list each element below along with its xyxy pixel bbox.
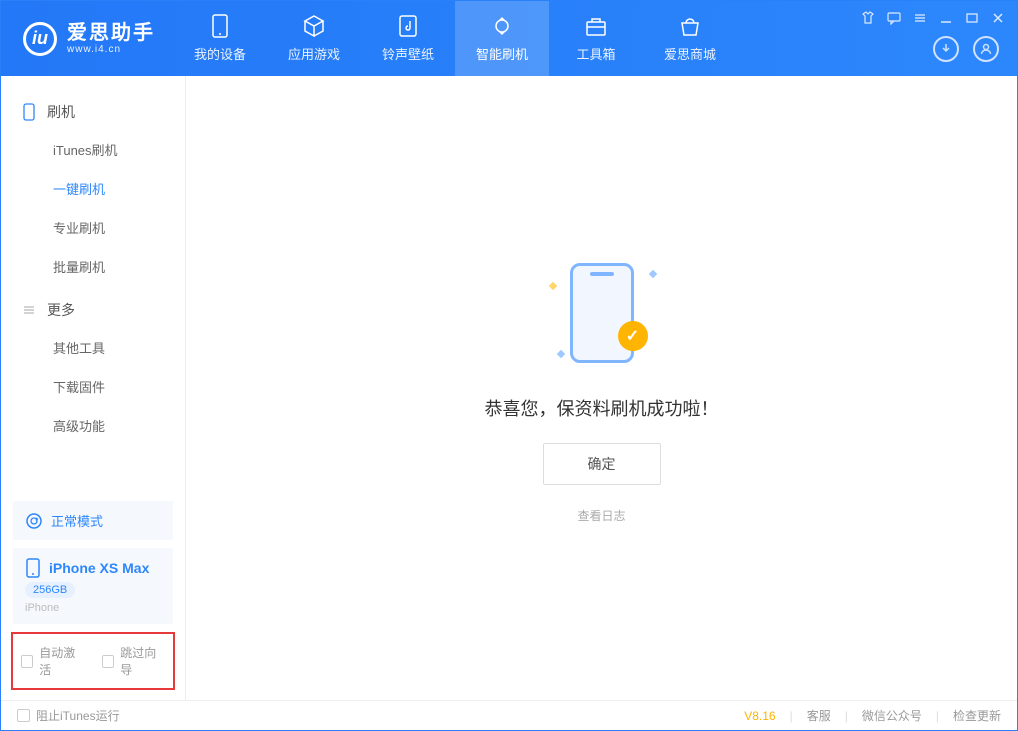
checkbox-block-itunes[interactable]: 阻止iTunes运行: [17, 707, 120, 724]
version-label: V8.16: [744, 709, 775, 723]
minimize-icon[interactable]: [939, 11, 953, 25]
sidebar-item-oneclick-flash[interactable]: 一键刷机: [1, 169, 185, 208]
check-icon: ✓: [618, 321, 648, 351]
footer-link-wechat[interactable]: 微信公众号: [862, 707, 922, 724]
window-controls-top: [861, 11, 1005, 25]
feedback-icon[interactable]: [887, 11, 901, 25]
checkbox-auto-activate[interactable]: 自动激活: [21, 644, 84, 678]
nav-label: 我的设备: [194, 44, 246, 63]
sidebar: 刷机 iTunes刷机 一键刷机 专业刷机 批量刷机 更多 其他工具 下载固件 …: [1, 76, 186, 700]
nav-label: 爱思商城: [664, 44, 716, 63]
shirt-icon[interactable]: [861, 11, 875, 25]
nav-apps[interactable]: 应用游戏: [267, 1, 361, 76]
sidebar-item-itunes-flash[interactable]: iTunes刷机: [1, 130, 185, 169]
cube-icon: [302, 14, 326, 38]
shop-icon: [678, 14, 702, 38]
status-bar: 阻止iTunes运行 V8.16 | 客服 | 微信公众号 | 检查更新: [1, 700, 1017, 730]
refresh-icon: [490, 14, 514, 38]
flash-options-highlight: 自动激活 跳过向导: [11, 632, 175, 690]
nav-label: 智能刷机: [476, 44, 528, 63]
footer-link-update[interactable]: 检查更新: [953, 707, 1001, 724]
mode-card[interactable]: 正常模式: [13, 501, 173, 540]
checkbox-icon: [102, 655, 114, 668]
device-icon: [25, 558, 41, 578]
footer-link-support[interactable]: 客服: [807, 707, 831, 724]
view-log-link[interactable]: 查看日志: [577, 507, 625, 524]
checkbox-label: 自动激活: [39, 644, 84, 678]
mode-label: 正常模式: [51, 511, 103, 530]
main-content: ✓ 恭喜您，保资料刷机成功啦！ 确定 查看日志: [186, 76, 1017, 700]
nav-my-device[interactable]: 我的设备: [173, 1, 267, 76]
section-title: 刷机: [47, 102, 75, 122]
section-title: 更多: [47, 300, 75, 320]
sidebar-section-more: 更多: [1, 292, 185, 328]
phone-icon: [21, 104, 37, 120]
nav-label: 铃声壁纸: [382, 44, 434, 63]
ok-button[interactable]: 确定: [543, 443, 661, 485]
download-button[interactable]: [933, 36, 959, 62]
toolbox-icon: [584, 14, 608, 38]
checkbox-label: 跳过向导: [120, 644, 165, 678]
sidebar-item-other-tools[interactable]: 其他工具: [1, 328, 185, 367]
device-icon: [208, 14, 232, 38]
logo-subtitle: www.i4.cn: [67, 44, 155, 55]
nav-ringtones[interactable]: 铃声壁纸: [361, 1, 455, 76]
sidebar-section-flash: 刷机: [1, 94, 185, 130]
sidebar-item-batch-flash[interactable]: 批量刷机: [1, 247, 185, 286]
top-nav: 我的设备 应用游戏 铃声壁纸 智能刷机 工具箱 爱思商城: [173, 1, 737, 76]
checkbox-icon: [17, 709, 30, 722]
checkbox-icon: [21, 655, 33, 668]
nav-label: 工具箱: [576, 44, 615, 63]
menu-icon: [21, 302, 37, 318]
sync-icon: [25, 512, 43, 530]
close-icon[interactable]: [991, 11, 1005, 25]
device-capacity: 256GB: [25, 582, 75, 598]
device-name: iPhone XS Max: [49, 560, 149, 576]
success-message: 恭喜您，保资料刷机成功啦！: [485, 395, 719, 421]
logo-title: 爱思助手: [67, 22, 155, 44]
nav-shop[interactable]: 爱思商城: [643, 1, 737, 76]
account-button[interactable]: [973, 36, 999, 62]
nav-flash[interactable]: 智能刷机: [455, 1, 549, 76]
music-icon: [396, 14, 420, 38]
app-header: iu 爱思助手 www.i4.cn 我的设备 应用游戏 铃声壁纸 智能刷机 工具…: [1, 1, 1017, 76]
menu-icon[interactable]: [913, 11, 927, 25]
sidebar-item-pro-flash[interactable]: 专业刷机: [1, 208, 185, 247]
device-type: iPhone: [25, 602, 59, 614]
logo-icon: iu: [23, 22, 57, 56]
success-illustration: ✓: [542, 253, 662, 373]
nav-toolbox[interactable]: 工具箱: [549, 1, 643, 76]
checkbox-skip-guide[interactable]: 跳过向导: [102, 644, 165, 678]
header-actions: [933, 36, 999, 62]
checkbox-label: 阻止iTunes运行: [36, 707, 120, 724]
nav-label: 应用游戏: [288, 44, 340, 63]
sidebar-item-download-firmware[interactable]: 下载固件: [1, 367, 185, 406]
maximize-icon[interactable]: [965, 11, 979, 25]
device-card[interactable]: iPhone XS Max 256GB iPhone: [13, 548, 173, 624]
sidebar-item-advanced[interactable]: 高级功能: [1, 406, 185, 445]
logo: iu 爱思助手 www.i4.cn: [1, 22, 173, 56]
